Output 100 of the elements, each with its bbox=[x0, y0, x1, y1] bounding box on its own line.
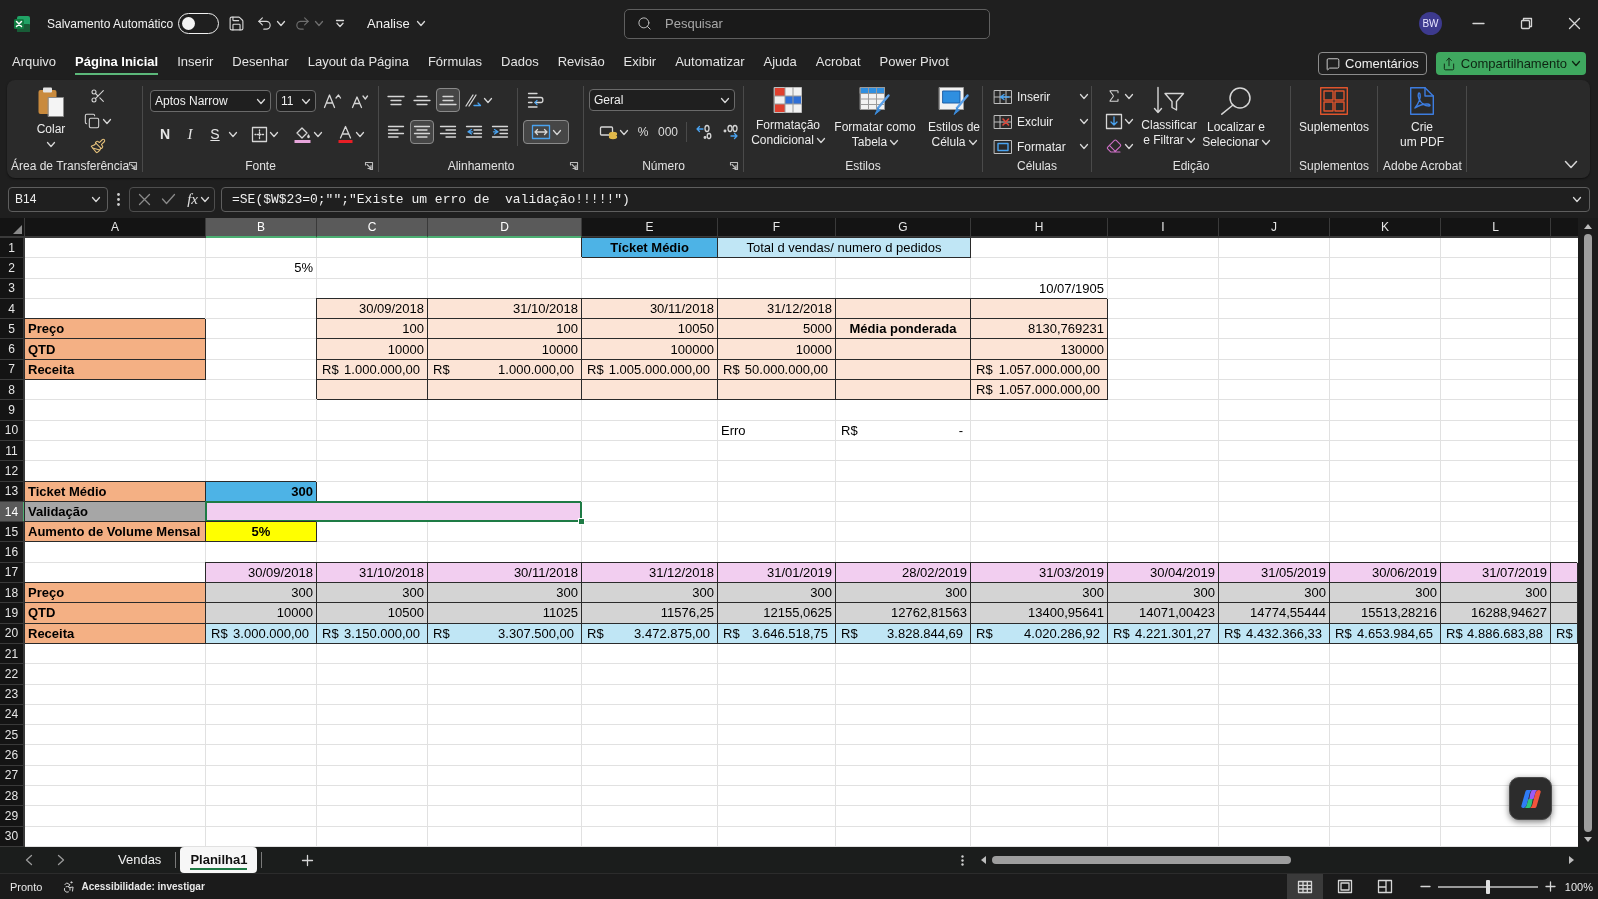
scrollbar-thumb[interactable] bbox=[992, 856, 1291, 864]
paste-button[interactable]: Colar bbox=[29, 84, 73, 157]
row-header[interactable]: 22 bbox=[0, 664, 25, 685]
row-header[interactable]: 26 bbox=[0, 745, 25, 766]
formula-field[interactable]: =SE($W$23=0;"";"Existe um erro de validação!!!!!") bbox=[221, 186, 1590, 212]
enter-check-icon[interactable] bbox=[162, 194, 176, 204]
cell-styles-button[interactable]: Estilos de Célula bbox=[924, 84, 984, 157]
column-header[interactable]: K bbox=[1330, 218, 1441, 238]
chevron-left-icon[interactable] bbox=[26, 855, 32, 865]
row-header[interactable]: 24 bbox=[0, 704, 25, 726]
file-name-button[interactable]: Analise bbox=[367, 16, 425, 31]
chevron-right-icon[interactable] bbox=[58, 855, 64, 865]
percent-button[interactable]: % bbox=[633, 120, 653, 144]
delete-cells-button[interactable]: Excluir bbox=[994, 109, 1088, 134]
sort-filter-button[interactable]: Classificar e Filtrar bbox=[1138, 84, 1200, 157]
ribbon-tab[interactable]: Desenhar bbox=[232, 52, 289, 75]
row-header[interactable]: 5 bbox=[0, 319, 25, 340]
column-header[interactable]: F bbox=[718, 218, 836, 238]
column-header[interactable]: D bbox=[428, 218, 582, 238]
ribbon-tab[interactable]: Exibir bbox=[623, 52, 657, 75]
share-button[interactable]: Compartilhamento bbox=[1435, 52, 1586, 75]
ribbon-tab[interactable]: Automatizar bbox=[675, 52, 745, 75]
ribbon-tab[interactable]: Página Inicial bbox=[75, 52, 159, 75]
thousands-button[interactable]: 000 bbox=[655, 120, 681, 144]
format-as-table-button[interactable]: Formatar como Tabela bbox=[829, 84, 921, 157]
column-header[interactable]: A bbox=[25, 218, 206, 238]
row-header[interactable]: 30 bbox=[0, 826, 25, 847]
zoom-level[interactable]: 100% bbox=[1564, 880, 1593, 893]
row-header[interactable]: 19 bbox=[0, 603, 25, 624]
accessibility-status[interactable]: Acessibilidade: investigar bbox=[81, 881, 205, 892]
select-all-icon[interactable] bbox=[13, 225, 22, 234]
bold-button[interactable]: N bbox=[154, 122, 176, 146]
name-box[interactable]: B14 bbox=[8, 186, 108, 212]
column-header[interactable]: C bbox=[317, 218, 428, 238]
normal-view-button[interactable] bbox=[1286, 874, 1323, 899]
more-icon[interactable] bbox=[960, 854, 964, 866]
row-header[interactable]: 28 bbox=[0, 786, 25, 807]
font-family-select[interactable]: Aptos Narrow bbox=[150, 90, 271, 112]
ribbon-tab[interactable]: Ajuda bbox=[763, 52, 797, 75]
ribbon-tab[interactable]: Revisão bbox=[557, 52, 605, 75]
scroll-left-icon[interactable] bbox=[981, 856, 986, 864]
insert-cells-button[interactable]: Inserir bbox=[994, 84, 1088, 109]
column-header[interactable]: B bbox=[206, 218, 317, 238]
cancel-icon[interactable] bbox=[139, 193, 150, 205]
row-header[interactable]: 6 bbox=[0, 339, 25, 360]
scroll-right-icon[interactable] bbox=[1569, 856, 1574, 864]
restore-icon[interactable] bbox=[1520, 18, 1532, 29]
align-center-button[interactable] bbox=[410, 120, 434, 144]
find-select-button[interactable]: Localizar e Selecionar bbox=[1202, 84, 1270, 157]
row-header[interactable]: 8 bbox=[0, 380, 25, 401]
ribbon-tab[interactable]: Layout da Página bbox=[307, 52, 409, 75]
selected-cell[interactable] bbox=[206, 501, 582, 523]
customize-icon[interactable] bbox=[336, 20, 345, 27]
dialog-launcher-icon[interactable] bbox=[730, 162, 738, 170]
format-cells-button[interactable]: Formatar bbox=[994, 134, 1088, 159]
zoom-in-icon[interactable] bbox=[1545, 882, 1555, 891]
add-sheet-icon[interactable] bbox=[302, 854, 314, 866]
underline-button[interactable]: S bbox=[204, 122, 226, 146]
row-header[interactable]: 23 bbox=[0, 684, 25, 705]
row-header[interactable]: 27 bbox=[0, 765, 25, 786]
dialog-launcher-icon[interactable] bbox=[129, 162, 138, 170]
fill-handle[interactable] bbox=[578, 518, 585, 526]
align-bottom-button[interactable] bbox=[436, 88, 460, 112]
add-ins-button[interactable]: Suplementos bbox=[1295, 84, 1373, 157]
ribbon-tab[interactable]: Inserir bbox=[177, 52, 214, 75]
column-header[interactable]: G bbox=[836, 218, 971, 238]
font-size-select[interactable]: 11 bbox=[276, 90, 316, 112]
dialog-launcher-icon[interactable] bbox=[570, 162, 578, 170]
create-pdf-button[interactable]: Crie um PDF bbox=[1385, 84, 1459, 157]
column-header[interactable]: I bbox=[1108, 218, 1219, 238]
ribbon-tab[interactable]: Dados bbox=[501, 52, 539, 75]
ribbon-tab[interactable]: Arquivo bbox=[12, 52, 57, 75]
row-header[interactable]: 21 bbox=[0, 643, 25, 665]
close-icon[interactable] bbox=[1568, 18, 1580, 29]
row-header[interactable]: 12 bbox=[0, 461, 25, 482]
dialog-launcher-icon[interactable] bbox=[365, 162, 373, 170]
merge-center-button[interactable] bbox=[523, 120, 569, 144]
row-header[interactable]: 3 bbox=[0, 278, 25, 299]
redo-icon[interactable] bbox=[293, 15, 311, 32]
row-header[interactable]: 10 bbox=[0, 420, 25, 441]
copilot-button[interactable] bbox=[1509, 777, 1552, 820]
row-header[interactable]: 9 bbox=[0, 400, 25, 421]
sheet-tab[interactable]: Planilha1 bbox=[180, 847, 258, 873]
row-header[interactable]: 2 bbox=[0, 258, 25, 279]
number-format-select[interactable]: Geral bbox=[589, 89, 735, 111]
undo-icon[interactable] bbox=[255, 15, 273, 32]
search-field[interactable]: Pesquisar bbox=[624, 8, 990, 39]
column-header[interactable]: E bbox=[582, 218, 718, 238]
collapse-ribbon-icon[interactable] bbox=[1565, 161, 1577, 168]
more-icon[interactable] bbox=[117, 192, 120, 206]
row-header[interactable]: 18 bbox=[0, 583, 25, 604]
column-header[interactable]: H bbox=[971, 218, 1108, 238]
row-header[interactable]: 16 bbox=[0, 542, 25, 563]
column-header[interactable]: L bbox=[1441, 218, 1551, 238]
scroll-down-icon[interactable] bbox=[1584, 837, 1592, 842]
conditional-formatting-button[interactable]: Formatação Condicional bbox=[750, 84, 826, 157]
row-header[interactable]: 15 bbox=[0, 522, 25, 543]
ribbon-tab[interactable]: Fórmulas bbox=[427, 52, 483, 75]
zoom-slider-thumb[interactable] bbox=[1485, 879, 1490, 894]
insert-function-button[interactable]: fx bbox=[187, 190, 209, 208]
